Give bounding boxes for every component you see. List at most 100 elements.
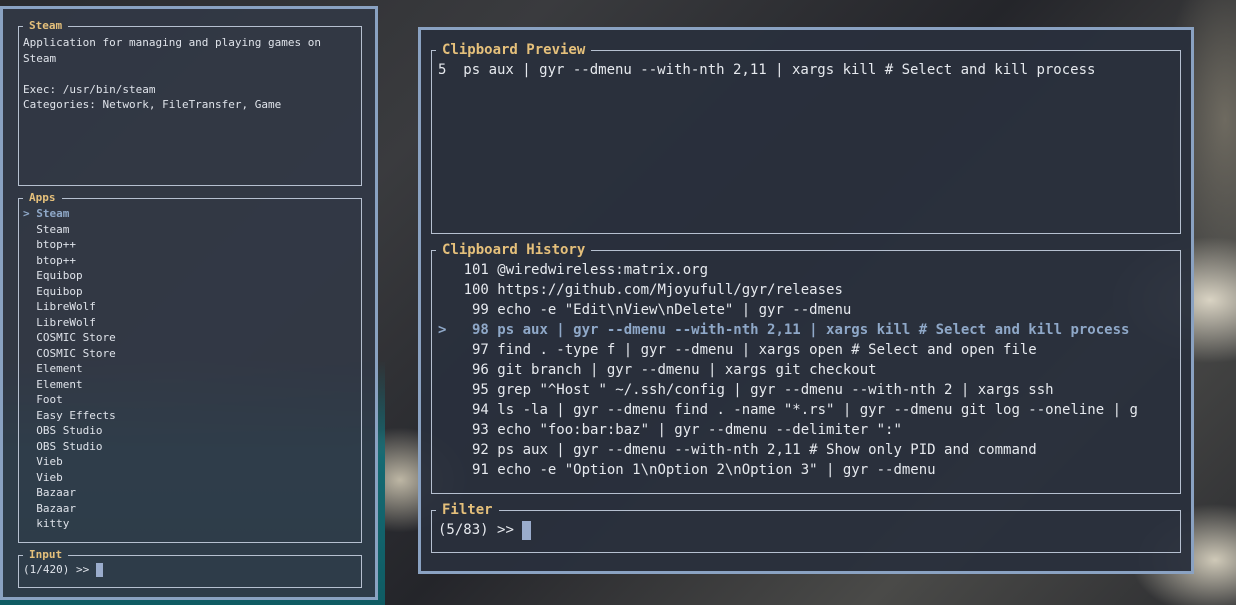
clipboard-window: Clipboard Preview 5 ps aux | gyr --dmenu… [418,27,1194,574]
app-list-item[interactable]: LibreWolf [23,299,361,315]
selection-marker [438,422,455,438]
app-list-item-label: Bazaar [36,501,76,515]
text-cursor [95,563,103,577]
clipboard-history-item[interactable]: 99 echo -e "Edit\nView\nDelete" | gyr --… [438,300,1180,320]
app-list-item-label: Vieb [36,470,63,484]
selection-marker [23,362,36,375]
input-panel: Input (1/420) >> [18,549,362,588]
clipboard-entry-text: find . -type f | gyr --dmenu | xargs ope… [497,342,1037,358]
filter-input[interactable]: (5/83) >> [432,518,1180,540]
clipboard-history-item[interactable]: 96 git branch | gyr --dmenu | xargs git … [438,360,1180,380]
selection-marker [23,269,36,282]
app-list-item-label: Vieb [36,455,63,468]
clipboard-history-item[interactable]: 101 @wiredwireless:matrix.org [438,260,1180,280]
selection-marker [23,502,36,515]
input-field[interactable]: (1/420) >> [19,561,361,578]
clipboard-entry-id: 99 [472,302,489,318]
apps-title: Apps [29,191,56,204]
app-list-item-label: Easy Effects [36,408,116,422]
selection-marker: > [438,322,455,338]
app-list-item-label: Equibop [36,269,83,282]
app-list-item[interactable]: Vieb [23,470,361,486]
clipboard-history-item[interactable]: > 98 ps aux | gyr --dmenu --with-nth 2,1… [438,320,1180,340]
selection-marker [23,440,36,453]
clipboard-entry-id: 91 [472,462,489,478]
selection-marker [23,517,36,530]
app-list-item-label: Equibop [36,284,83,298]
clipboard-entry-id: 96 [472,362,489,378]
app-list-item[interactable]: Vieb [23,454,361,470]
clipboard-history-item[interactable]: 97 find . -type f | gyr --dmenu | xargs … [438,340,1180,360]
apps-list: > Steam Steam btop++ btop++ Equibop Equi… [19,204,361,532]
app-list-item-label: Foot [36,393,63,406]
selection-marker [23,393,36,406]
clipboard-entry-text: @wiredwireless:matrix.org [497,262,709,278]
app-details-panel: Steam Application for managing and playi… [18,20,362,186]
app-list-item[interactable]: Bazaar [23,485,361,501]
clipboard-entry-id: 101 [463,262,489,278]
app-details-line: Exec: /usr/bin/steam [23,82,156,96]
filter-panel: Filter (5/83) >> [431,502,1181,553]
clipboard-entry-id: 100 [463,282,489,298]
app-details-line [23,66,361,82]
clipboard-entry-text: echo -e "Option 1\nOption 2\nOption 3" |… [497,462,936,478]
app-details-line: Steam [23,51,57,65]
clipboard-entry-text: git branch | gyr --dmenu | xargs git che… [497,362,877,378]
selection-marker [438,262,455,278]
app-list-item[interactable]: Easy Effects [23,408,361,424]
selection-marker [438,282,455,298]
app-list-item[interactable]: Steam [23,222,361,238]
filter-title: Filter [442,502,493,518]
clipboard-history-item[interactable]: 93 echo "foo:bar:baz" | gyr --dmenu --de… [438,420,1180,440]
app-list-item[interactable]: btop++ [23,237,361,253]
clipboard-history-item[interactable]: 100 https://github.com/Mjoyufull/gyr/rel… [438,280,1180,300]
selection-marker [23,378,36,391]
clipboard-entry-id: 93 [472,422,489,438]
clipboard-history-item[interactable]: 91 echo -e "Option 1\nOption 2\nOption 3… [438,460,1180,480]
app-list-item[interactable]: kitty [23,516,361,532]
app-list-item-label: COSMIC Store [36,331,116,344]
clipboard-entry-text: https://github.com/Mjoyufull/gyr/release… [497,282,843,298]
app-list-item[interactable]: Bazaar [23,501,361,517]
clipboard-entry-text: ps aux | gyr --dmenu --with-nth 2,11 | x… [497,322,1130,338]
clipboard-entry-id: 94 [472,402,489,418]
selection-marker [438,342,455,358]
input-count: (1/420) [23,563,70,576]
app-list-item-label: Element [36,362,83,375]
app-list-item-label: btop++ [36,253,76,267]
filter-prompt: >> [497,522,514,538]
selection-marker [23,316,36,329]
app-list-item[interactable]: OBS Studio [23,423,361,439]
clipboard-history-panel: Clipboard History 101 @wiredwireless:mat… [431,242,1181,494]
clipboard-preview-text: 5 ps aux | gyr --dmenu --with-nth 2,11 |… [438,62,1096,78]
app-list-item[interactable]: LibreWolf [23,315,361,331]
app-list-item-label: Element [36,377,83,391]
clipboard-history-item[interactable]: 94 ls -la | gyr --dmenu find . -name "*.… [438,400,1180,420]
app-list-item[interactable]: Equibop [23,268,361,284]
selection-marker [438,382,455,398]
clipboard-history-item[interactable]: 95 grep "^Host " ~/.ssh/config | gyr --d… [438,380,1180,400]
text-cursor [522,520,532,540]
selection-marker [23,254,36,267]
app-list-item-label: Steam [36,222,70,236]
app-list-item[interactable]: Element [23,361,361,377]
app-list-item[interactable]: Element [23,377,361,393]
app-list-item-label: OBS Studio [36,424,103,437]
selection-marker [23,285,36,298]
app-list-item[interactable]: Foot [23,392,361,408]
app-list-item[interactable]: COSMIC Store [23,330,361,346]
selection-marker [438,402,455,418]
selection-marker [23,424,36,437]
selection-marker [438,362,455,378]
app-list-item-label: LibreWolf [36,315,96,329]
app-list-item[interactable]: COSMIC Store [23,346,361,362]
selection-marker [23,238,36,251]
selection-marker [23,331,36,344]
clipboard-history-item[interactable]: 92 ps aux | gyr --dmenu --with-nth 2,11 … [438,440,1180,460]
app-list-item[interactable]: > Steam [23,206,361,222]
app-list-item[interactable]: btop++ [23,253,361,269]
app-list-item[interactable]: Equibop [23,284,361,300]
selection-marker [23,347,36,360]
app-list-item[interactable]: OBS Studio [23,439,361,455]
selection-marker: > [23,207,37,220]
